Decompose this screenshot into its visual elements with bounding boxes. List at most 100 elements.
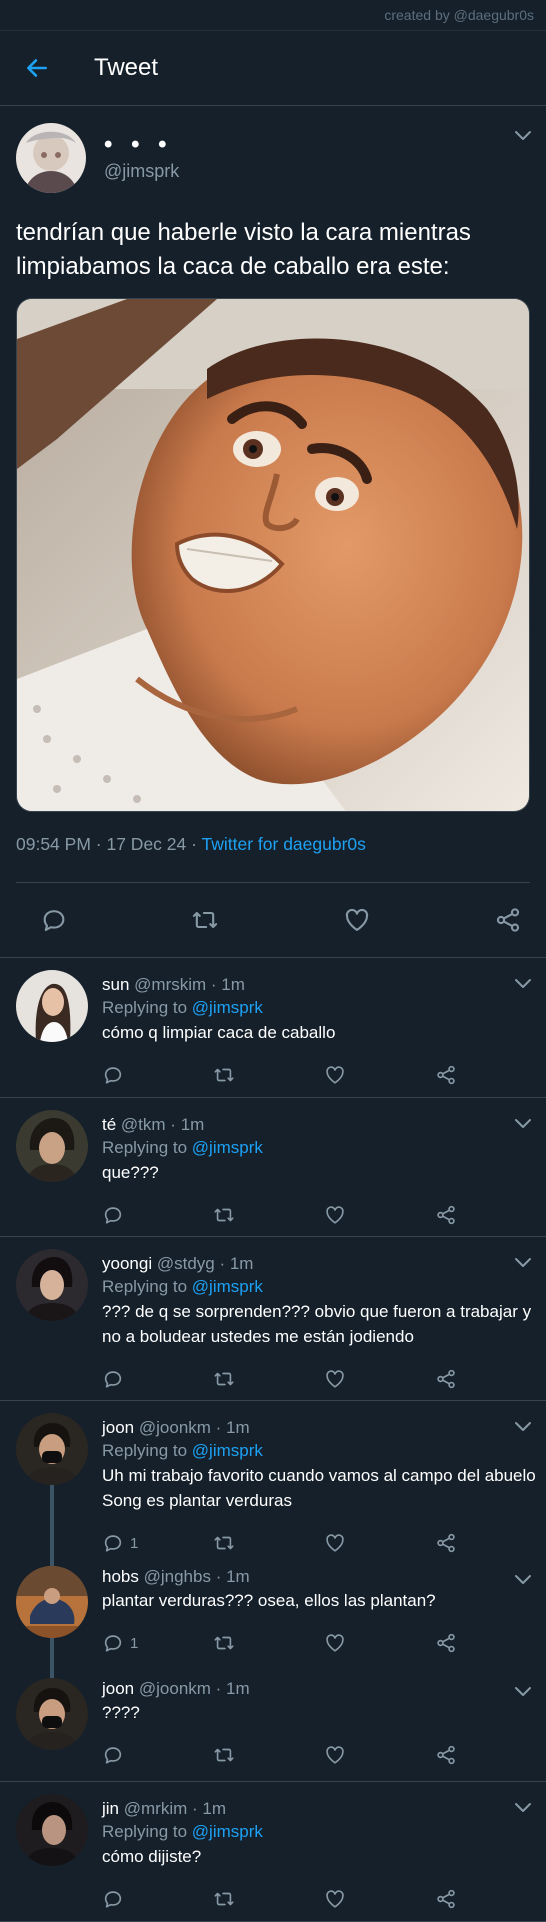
reply-author-name[interactable]: joon bbox=[102, 1679, 134, 1698]
avatar[interactable] bbox=[16, 1678, 88, 1750]
reply-author-name[interactable]: sun bbox=[102, 975, 129, 994]
replying-mention-link[interactable]: @jimsprk bbox=[192, 1277, 263, 1296]
tweet-image[interactable] bbox=[16, 298, 530, 812]
share-icon[interactable] bbox=[494, 906, 522, 934]
chevron-down-icon[interactable] bbox=[514, 978, 532, 990]
retweet-icon[interactable] bbox=[213, 1632, 235, 1654]
reply-time: 1m bbox=[226, 1567, 250, 1586]
reply-author-handle: @mrskim bbox=[134, 975, 207, 994]
avatar[interactable] bbox=[16, 1413, 88, 1485]
reply-icon[interactable] bbox=[102, 1532, 124, 1554]
reply-item[interactable]: té @tkm · 1m Replying to @jimsprk que??? bbox=[0, 1098, 546, 1237]
chevron-down-icon[interactable] bbox=[514, 1574, 532, 1586]
thread-line bbox=[50, 1485, 54, 1578]
avatar[interactable] bbox=[16, 970, 88, 1042]
reply-actions: 1 bbox=[102, 1523, 546, 1563]
share-icon[interactable] bbox=[435, 1368, 457, 1390]
reply-item[interactable]: joon @joonkm · 1m Replying to @jimsprk U… bbox=[0, 1401, 546, 1578]
meta-dot: · bbox=[165, 1115, 181, 1134]
reply-author-handle: @jnghbs bbox=[143, 1567, 211, 1586]
avatar[interactable] bbox=[16, 123, 86, 193]
share-icon[interactable] bbox=[435, 1888, 457, 1910]
reply-icon[interactable] bbox=[102, 1204, 124, 1226]
reply-item[interactable]: joon @joonkm · 1m ???? bbox=[0, 1678, 546, 1782]
chevron-down-icon[interactable] bbox=[514, 1802, 532, 1814]
tweet-author-handle: @jimsprk bbox=[104, 160, 180, 181]
avatar[interactable] bbox=[16, 1794, 88, 1866]
chevron-down-icon[interactable] bbox=[514, 1257, 532, 1269]
replying-mention-link[interactable]: @jimsprk bbox=[192, 998, 263, 1017]
replying-label: Replying to bbox=[102, 998, 188, 1017]
back-button[interactable] bbox=[24, 53, 54, 83]
share-icon[interactable] bbox=[435, 1532, 457, 1554]
meta-dot: · bbox=[210, 1418, 227, 1437]
reply-author-name[interactable]: té bbox=[102, 1115, 116, 1134]
tweet-meta: 09:54 PM · 17 Dec 24 · Twitter for daegu… bbox=[16, 834, 530, 860]
like-icon[interactable] bbox=[324, 1064, 346, 1086]
avatar[interactable] bbox=[16, 1110, 88, 1182]
reply-item[interactable]: hobs @jnghbs · 1m plantar verduras??? os… bbox=[0, 1566, 546, 1678]
like-icon[interactable] bbox=[324, 1632, 346, 1654]
avatar[interactable] bbox=[16, 1249, 88, 1321]
reply-author-name[interactable]: hobs bbox=[102, 1567, 139, 1586]
tweet-text: tendrían que haberle visto la cara mient… bbox=[16, 219, 471, 280]
share-icon[interactable] bbox=[435, 1632, 457, 1654]
reply-icon[interactable] bbox=[102, 1368, 124, 1390]
retweet-icon[interactable] bbox=[213, 1064, 235, 1086]
reply-author-handle: @joonkm bbox=[138, 1418, 211, 1437]
retweet-icon[interactable] bbox=[213, 1532, 235, 1554]
reply-author-name[interactable]: joon bbox=[102, 1418, 134, 1437]
reply-count: 1 bbox=[130, 1534, 139, 1552]
reply-author-name[interactable]: yoongi bbox=[102, 1254, 152, 1273]
reply-item[interactable]: sun @mrskim · 1m Replying to @jimsprk có… bbox=[0, 958, 546, 1098]
replying-label: Replying to bbox=[102, 1822, 188, 1841]
chevron-down-icon[interactable] bbox=[514, 1421, 532, 1433]
like-icon[interactable] bbox=[343, 906, 371, 934]
replying-mention-link[interactable]: @jimsprk bbox=[192, 1441, 263, 1460]
reply-icon[interactable] bbox=[40, 906, 68, 934]
reply-icon[interactable] bbox=[102, 1888, 124, 1910]
reply-time: 1m bbox=[229, 1254, 254, 1273]
meta-dot: · bbox=[210, 1679, 227, 1698]
like-icon[interactable] bbox=[324, 1744, 346, 1766]
share-icon[interactable] bbox=[435, 1064, 457, 1086]
reply-icon[interactable] bbox=[102, 1632, 124, 1654]
like-icon[interactable] bbox=[324, 1368, 346, 1390]
reply-icon[interactable] bbox=[102, 1744, 124, 1766]
reply-icon[interactable] bbox=[102, 1064, 124, 1086]
reply-item[interactable]: jin @mrkim · 1m Replying to @jimsprk cóm… bbox=[0, 1782, 546, 1922]
share-icon[interactable] bbox=[435, 1204, 457, 1226]
reply-text: ???? bbox=[102, 1703, 140, 1722]
retweet-icon[interactable] bbox=[191, 906, 219, 934]
chevron-down-icon[interactable] bbox=[514, 130, 532, 142]
reply-actions bbox=[102, 1195, 546, 1235]
meta-dot: · bbox=[191, 834, 202, 854]
reply-item[interactable]: yoongi @stdyg · 1m Replying to @jimsprk … bbox=[0, 1237, 546, 1401]
retweet-icon[interactable] bbox=[213, 1744, 235, 1766]
chevron-down-icon[interactable] bbox=[514, 1686, 532, 1698]
share-icon[interactable] bbox=[435, 1744, 457, 1766]
replying-label: Replying to bbox=[102, 1138, 188, 1157]
meta-dot: · bbox=[187, 1799, 203, 1818]
meta-dot: · bbox=[95, 834, 107, 854]
credit-text: created by @daegubr0s bbox=[0, 0, 546, 31]
tweet-author: • • • @jimsprk bbox=[16, 118, 530, 198]
reply-time: 1m bbox=[221, 975, 245, 994]
reply-text: cómo dijiste? bbox=[102, 1847, 202, 1866]
replying-mention-link[interactable]: @jimsprk bbox=[192, 1822, 263, 1841]
like-icon[interactable] bbox=[324, 1204, 346, 1226]
like-icon[interactable] bbox=[324, 1532, 346, 1554]
avatar[interactable] bbox=[16, 1566, 88, 1638]
retweet-icon[interactable] bbox=[213, 1204, 235, 1226]
replying-mention-link[interactable]: @jimsprk bbox=[192, 1138, 263, 1157]
reply-author-name[interactable]: jin bbox=[102, 1799, 119, 1818]
like-icon[interactable] bbox=[324, 1888, 346, 1910]
reply-time: 1m bbox=[226, 1679, 250, 1698]
replying-label: Replying to bbox=[102, 1277, 188, 1296]
tweet-source-link[interactable]: Twitter for daegubr0s bbox=[202, 834, 366, 854]
divider bbox=[16, 882, 530, 883]
reply-text: que??? bbox=[102, 1163, 159, 1182]
chevron-down-icon[interactable] bbox=[514, 1118, 532, 1130]
retweet-icon[interactable] bbox=[213, 1368, 235, 1390]
retweet-icon[interactable] bbox=[213, 1888, 235, 1910]
